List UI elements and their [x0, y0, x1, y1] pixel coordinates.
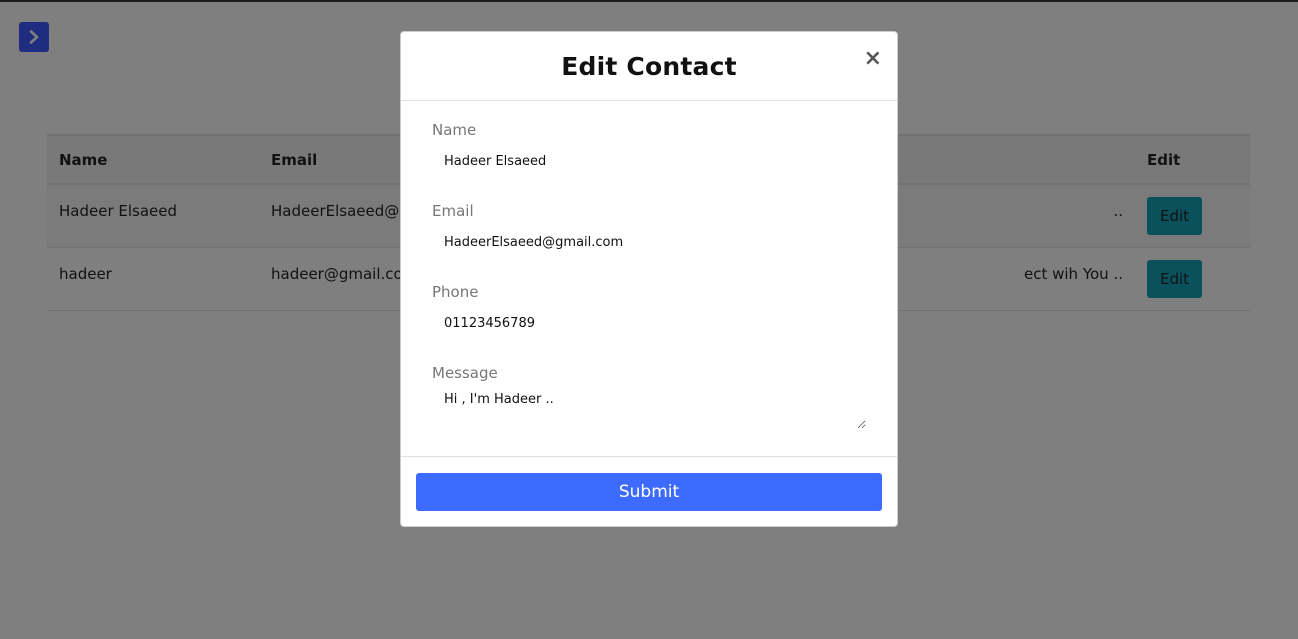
modal-body: Name Email Phone Message Hi , I'm Hadeer… — [401, 101, 897, 457]
message-label: Message — [432, 364, 498, 382]
phone-field[interactable] — [432, 303, 866, 344]
email-field[interactable] — [432, 222, 866, 263]
phone-label: Phone — [432, 283, 479, 301]
name-label: Name — [432, 121, 477, 139]
message-field[interactable]: Hi , I'm Hadeer .. — [432, 384, 866, 429]
name-field[interactable] — [432, 141, 866, 182]
modal-header: Edit Contact × — [401, 32, 897, 101]
edit-contact-modal: Edit Contact × Name Email Phone Message … — [400, 31, 898, 527]
close-icon[interactable]: × — [864, 48, 882, 70]
email-label: Email — [432, 202, 474, 220]
modal-title: Edit Contact — [561, 51, 737, 81]
submit-button[interactable]: Submit — [416, 473, 882, 511]
modal-footer: Submit — [401, 457, 897, 527]
